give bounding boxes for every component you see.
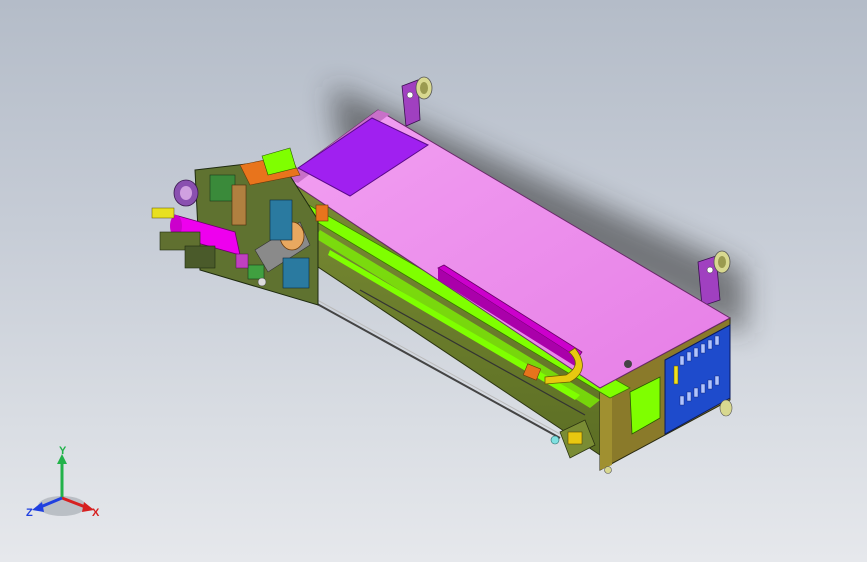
coordinate-triad: Y X Z xyxy=(22,445,106,526)
x-axis-label: X xyxy=(92,507,100,519)
z-axis-label: Z xyxy=(26,507,33,519)
triad-graphic: Y X Z xyxy=(26,445,100,519)
assembly-model-view[interactable] xyxy=(0,0,867,562)
cad-viewport[interactable]: Y X Z xyxy=(0,0,867,562)
y-axis-label: Y xyxy=(59,446,67,457)
rear-mount-bracket[interactable] xyxy=(401,76,433,127)
z-axis-head xyxy=(32,502,44,512)
